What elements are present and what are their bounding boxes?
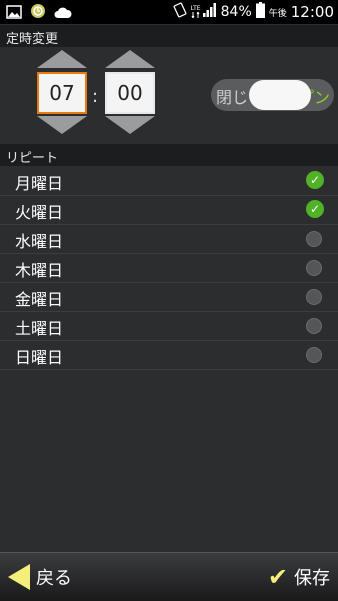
unchecked-dot-icon[interactable] xyxy=(306,289,322,305)
list-item[interactable]: 木曜日 xyxy=(0,253,338,283)
rotate-icon xyxy=(173,2,187,22)
battery-icon xyxy=(255,2,265,22)
back-button[interactable]: 戻る xyxy=(8,561,72,593)
hour-down-arrow-icon[interactable] xyxy=(37,116,87,134)
list-item[interactable]: 月曜日 ✓ xyxy=(0,166,338,196)
page-title-bar: 定時変更 xyxy=(0,25,338,47)
list-item[interactable]: 土曜日 xyxy=(0,311,338,341)
day-label: 土曜日 xyxy=(15,319,64,338)
unchecked-dot-icon[interactable] xyxy=(306,318,322,334)
clock-icon xyxy=(30,3,46,23)
list-item[interactable]: 日曜日 xyxy=(0,340,338,370)
time-separator: : xyxy=(92,86,99,107)
alarm-toggle[interactable]: 閉じ プン xyxy=(211,79,334,111)
list-item[interactable]: 水曜日 xyxy=(0,224,338,254)
save-button[interactable]: ✔ 保存 xyxy=(268,561,330,593)
toggle-knob[interactable] xyxy=(249,80,311,110)
back-label: 戻る xyxy=(36,568,72,589)
unchecked-dot-icon[interactable] xyxy=(306,231,322,247)
battery-percent: 84% xyxy=(220,4,252,20)
minute-picker: 00 xyxy=(105,50,155,134)
minute-field[interactable]: 00 xyxy=(105,72,155,114)
day-label: 金曜日 xyxy=(15,290,64,309)
cloud-icon xyxy=(54,4,72,23)
list-item[interactable]: 金曜日 xyxy=(0,282,338,312)
checkmark-icon[interactable]: ✓ xyxy=(306,171,324,189)
day-label: 水曜日 xyxy=(15,232,64,251)
repeat-header: リピート xyxy=(0,144,338,166)
day-label: 火曜日 xyxy=(15,203,64,222)
toggle-off-label: 閉じ xyxy=(216,88,249,107)
checkmark-icon: ✔ xyxy=(267,563,288,591)
unchecked-dot-icon[interactable] xyxy=(306,260,322,276)
signal-icon xyxy=(202,3,217,21)
clock-time: 12:00 xyxy=(290,3,334,21)
bottom-action-bar: 戻る ✔ 保存 xyxy=(0,552,338,601)
hour-picker: 07 xyxy=(37,50,87,134)
hour-field[interactable]: 07 xyxy=(37,72,87,114)
lte-icon: LTE xyxy=(191,6,201,18)
ampm-label: 午後 xyxy=(268,8,287,19)
unchecked-dot-icon[interactable] xyxy=(306,347,322,363)
page-title: 定時変更 xyxy=(6,32,59,47)
day-label: 日曜日 xyxy=(15,348,64,367)
save-label: 保存 xyxy=(294,568,330,589)
image-icon xyxy=(6,4,22,23)
time-picker: 07 : 00 xyxy=(37,50,155,134)
minute-up-arrow-icon[interactable] xyxy=(105,50,155,68)
day-label: 月曜日 xyxy=(15,174,64,193)
checkmark-icon[interactable]: ✓ xyxy=(306,200,324,218)
day-label: 木曜日 xyxy=(15,261,64,280)
list-item[interactable]: 火曜日 ✓ xyxy=(0,195,338,225)
status-bar: LTE 84% 午後 12:00 xyxy=(0,0,338,24)
back-arrow-icon xyxy=(8,564,30,590)
hour-up-arrow-icon[interactable] xyxy=(37,50,87,68)
minute-down-arrow-icon[interactable] xyxy=(105,116,155,134)
repeat-title: リピート xyxy=(6,151,59,166)
